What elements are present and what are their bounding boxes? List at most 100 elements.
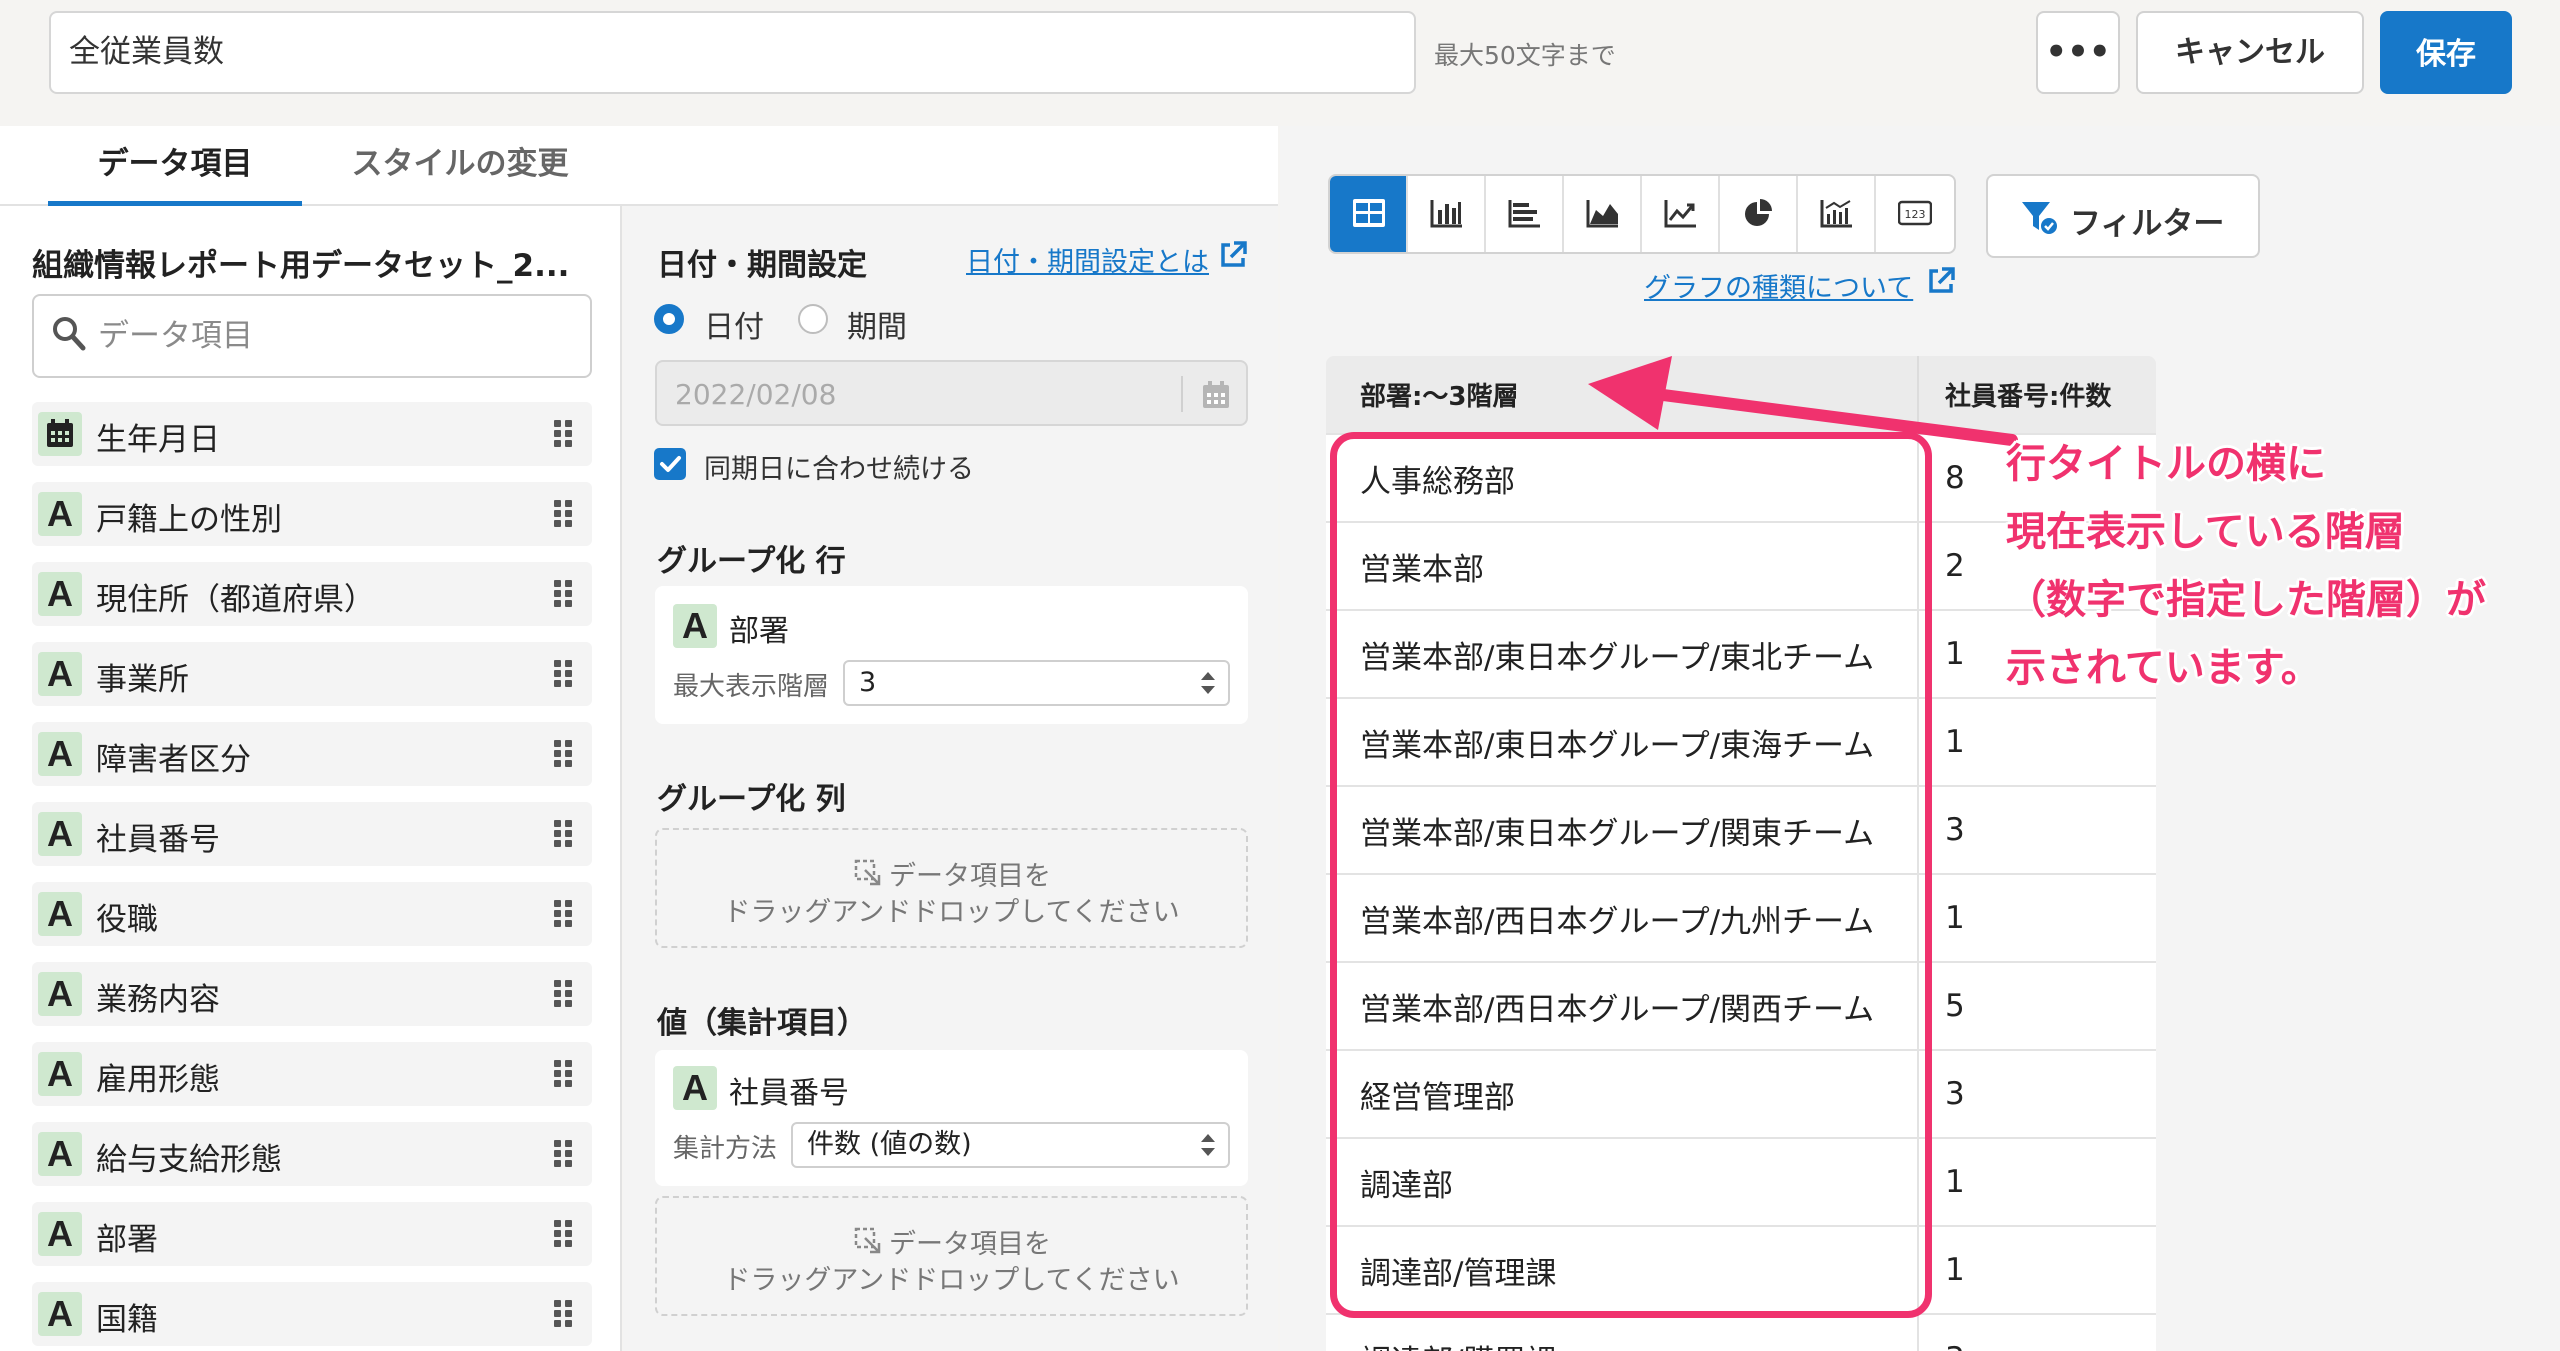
line-chart-icon[interactable] — [1642, 176, 1720, 252]
drag-handle-icon[interactable] — [554, 980, 572, 1008]
field-item[interactable]: A 事業所 — [32, 642, 592, 706]
row-group-field[interactable]: A 部署 最大表示階層 3 — [655, 586, 1248, 724]
field-item-label: 業務内容 — [96, 982, 220, 1018]
calendar-icon[interactable] — [1201, 380, 1231, 410]
drag-handle-icon[interactable] — [554, 500, 572, 528]
max-level-select[interactable]: 3 — [843, 660, 1230, 706]
tab-data-items[interactable]: データ項目 — [48, 126, 302, 206]
field-item[interactable]: A 障害者区分 — [32, 722, 592, 786]
save-button[interactable]: 保存 — [2380, 11, 2512, 94]
field-search-input[interactable] — [98, 312, 568, 360]
aggregation-value: 件数 (値の数) — [807, 1129, 972, 1160]
field-item[interactable]: A 役職 — [32, 882, 592, 946]
date-value: 2022/02/08 — [675, 378, 837, 411]
field-item[interactable]: A 部署 — [32, 1202, 592, 1266]
field-item[interactable]: A 国籍 — [32, 1282, 592, 1346]
count-cell: 1 — [1917, 1225, 2156, 1314]
select-arrows-icon — [1201, 672, 1215, 694]
drag-handle-icon[interactable] — [554, 420, 572, 448]
drag-handle-icon[interactable] — [554, 1060, 572, 1088]
annotation-highlight-box — [1330, 432, 1932, 1318]
row-field-label: 部署 — [729, 614, 789, 649]
field-item-label: 事業所 — [96, 662, 189, 698]
aggregation-select[interactable]: 件数 (値の数) — [791, 1122, 1230, 1168]
field-item[interactable]: A 給与支給形態 — [32, 1122, 592, 1186]
drop-hint-line1: データ項目を — [889, 861, 1051, 892]
sync-date-checkbox[interactable] — [654, 448, 686, 480]
table-row: 調達部/購買課3 — [1326, 1313, 2156, 1351]
text-field-icon: A — [38, 892, 82, 936]
text-field-icon: A — [38, 812, 82, 856]
svg-text:123: 123 — [1905, 208, 1926, 221]
column-drop-zone[interactable]: データ項目を ドラッグアンドドロップしてください — [655, 828, 1248, 948]
field-item[interactable]: A 業務内容 — [32, 962, 592, 1026]
annotation-line: 示されています。 — [2006, 645, 2321, 691]
column-chart-icon[interactable] — [1408, 176, 1486, 252]
aggregation-label: 集計方法 — [673, 1134, 778, 1164]
select-arrows-icon — [1201, 1134, 1215, 1156]
report-name-input[interactable]: 全従業員数 — [49, 11, 1416, 94]
drag-handle-icon[interactable] — [554, 1300, 572, 1328]
combo-chart-icon[interactable] — [1798, 176, 1876, 252]
drag-handle-icon[interactable] — [554, 1220, 572, 1248]
radio-period[interactable] — [798, 304, 828, 334]
text-field-icon: A — [38, 1132, 82, 1176]
value-field[interactable]: A 社員番号 集計方法 件数 (値の数) — [655, 1050, 1248, 1186]
field-item-label: 部署 — [96, 1222, 158, 1258]
column-group-title: グループ化 列 — [657, 782, 846, 817]
annotation-line: 行タイトルの横に — [2006, 441, 2326, 487]
row-group-title: グループ化 行 — [657, 544, 846, 579]
field-item-label: 雇用形態 — [96, 1062, 220, 1098]
area-chart-icon[interactable] — [1564, 176, 1642, 252]
field-search-box[interactable] — [32, 294, 592, 378]
external-link-icon[interactable] — [1218, 240, 1248, 270]
drag-handle-icon[interactable] — [554, 740, 572, 768]
cancel-button[interactable]: キャンセル — [2136, 11, 2364, 94]
drop-hint-line2: ドラッグアンドドロップしてください — [723, 897, 1180, 928]
chart-type-help-link[interactable]: グラフの種類について — [1644, 266, 1913, 305]
count-cell: 1 — [1917, 873, 2156, 962]
table-icon[interactable] — [1330, 176, 1408, 252]
field-item[interactable]: A 現住所（都道府県） — [32, 562, 592, 626]
more-options-button[interactable]: ••• — [2036, 11, 2120, 94]
drag-handle-icon[interactable] — [554, 1140, 572, 1168]
drag-handle-icon[interactable] — [554, 660, 572, 688]
text-field-icon: A — [38, 972, 82, 1016]
search-icon — [53, 317, 86, 351]
text-field-icon: A — [38, 1052, 82, 1096]
row-title-cell: 調達部/購買課 — [1326, 1313, 1918, 1351]
field-item[interactable]: 生年月日 — [32, 402, 592, 466]
drop-target-icon — [854, 1227, 881, 1254]
bar-chart-icon[interactable] — [1486, 176, 1564, 252]
external-link-icon[interactable] — [1926, 266, 1956, 296]
drag-handle-icon[interactable] — [554, 580, 572, 608]
pie-chart-icon[interactable] — [1720, 176, 1798, 252]
field-item-label: 生年月日 — [96, 422, 220, 458]
text-field-icon: A — [38, 652, 82, 696]
tab-style-change[interactable]: スタイルの変更 — [330, 126, 590, 206]
filter-label: フィルター — [2070, 206, 2225, 242]
number-icon[interactable]: 123 — [1876, 176, 1954, 252]
count-cell: 3 — [1917, 1049, 2156, 1138]
field-item[interactable]: A 戸籍上の性別 — [32, 482, 592, 546]
drag-handle-icon[interactable] — [554, 820, 572, 848]
text-field-icon: A — [38, 492, 82, 536]
field-item[interactable]: A 雇用形態 — [32, 1042, 592, 1106]
checkmark-icon — [660, 456, 681, 472]
value-section-title: 値（集計項目） — [657, 1006, 867, 1041]
value-drop-zone[interactable]: データ項目を ドラッグアンドドロップしてください — [655, 1196, 1248, 1316]
field-item-label: 戸籍上の性別 — [96, 502, 282, 538]
count-cell: 5 — [1917, 961, 2156, 1050]
date-help-link[interactable]: 日付・期間設定とは — [966, 240, 1209, 279]
count-cell: 3 — [1917, 1313, 2156, 1351]
radio-date[interactable] — [654, 304, 684, 334]
drag-handle-icon[interactable] — [554, 900, 572, 928]
filter-button[interactable]: フィルター — [1986, 174, 2260, 258]
field-item[interactable]: A 社員番号 — [32, 802, 592, 866]
field-item-label: 給与支給形態 — [96, 1142, 282, 1178]
date-input[interactable]: 2022/02/08 — [655, 360, 1248, 426]
annotation-arrow — [1588, 356, 2018, 446]
text-field-icon: A — [38, 1212, 82, 1256]
date-input-divider — [1181, 376, 1183, 412]
text-field-icon: A — [38, 572, 82, 616]
